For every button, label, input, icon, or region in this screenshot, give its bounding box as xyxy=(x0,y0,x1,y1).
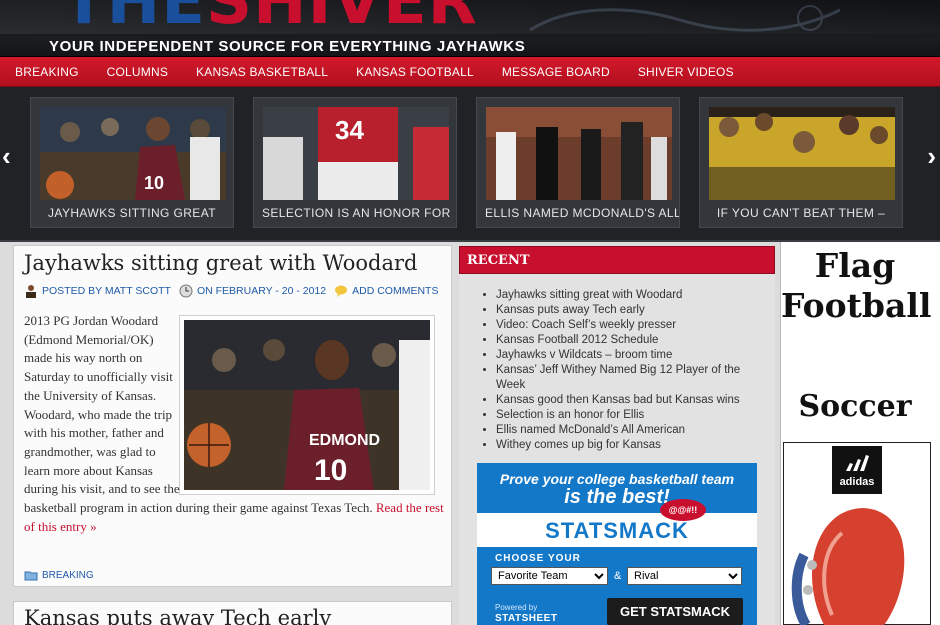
ad-flag-label: Flag xyxy=(814,246,896,285)
folder-icon xyxy=(24,571,38,581)
site-tagline: YOUR INDEPENDENT SOURCE FOR EVERYTHING J… xyxy=(49,38,526,55)
adidas-ad[interactable]: adidas xyxy=(783,442,931,625)
post-excerpt: 2013 PG Jordan Woodard (Edmond Memorial/… xyxy=(24,312,444,536)
slide-image xyxy=(709,107,895,200)
chevron-right-icon[interactable]: › xyxy=(927,143,936,169)
statsheet-logo: STATSHEET xyxy=(495,613,558,624)
slide-item[interactable]: 34 SELECTION IS AN HONOR FOR xyxy=(253,97,457,228)
cleat-image xyxy=(791,508,905,625)
clock-icon xyxy=(179,284,193,298)
slide-image: 34 xyxy=(263,107,449,200)
right-ad[interactable]: Flag Football Soccer adidas xyxy=(780,242,940,625)
ad-choose-label: CHOOSE YOUR xyxy=(495,553,581,564)
recent-post-link[interactable]: Kansas puts away Tech early xyxy=(496,304,645,316)
ad-headline: Prove your college basketball team xyxy=(499,471,735,487)
site-header: THESHIVER YOUR INDEPENDENT SOURCE FOR EV… xyxy=(0,0,940,57)
list-item[interactable]: Kansas’ Jeff Withey Named Big 12 Player … xyxy=(496,363,766,393)
author-icon xyxy=(26,285,36,298)
speech-bubble-icon: @@#!! xyxy=(660,499,706,521)
category-link[interactable]: BREAKING xyxy=(42,570,94,581)
logo-the: THE xyxy=(62,0,206,39)
svg-text:10: 10 xyxy=(144,173,164,193)
post-meta: POSTED BY MATT SCOTT ON FEBRUARY - 20 - … xyxy=(24,284,446,298)
recent-post-link[interactable]: Kansas good then Kansas bad but Kansas w… xyxy=(496,394,740,406)
ad-football-label: Football xyxy=(781,286,932,325)
ad-soccer-label: Soccer xyxy=(798,389,912,424)
post-date: ON FEBRUARY - 20 - 2012 xyxy=(196,285,327,297)
logo-shiver: SHIVER xyxy=(205,0,478,39)
nav-item-columns[interactable]: COLUMNS xyxy=(107,65,168,79)
main-nav: BREAKING COLUMNS KANSAS BASKETBALL KANSA… xyxy=(0,57,940,87)
list-item[interactable]: Video: Coach Self’s weekly presser xyxy=(496,318,766,333)
site-logo[interactable]: THESHIVER xyxy=(62,0,478,34)
recent-posts-list: Jayhawks sitting great with Woodard Kans… xyxy=(496,288,766,453)
recent-post-link[interactable]: Ellis named McDonald’s All American xyxy=(496,424,685,436)
ad-flag-football-text: Flag Football xyxy=(781,246,932,326)
post-card: Jayhawks sitting great with Woodard POST… xyxy=(13,245,452,587)
list-item[interactable]: Withey comes up big for Kansas xyxy=(496,438,766,453)
get-statsmack-button[interactable]: GET STATSMACK xyxy=(607,598,743,625)
recent-post-link[interactable]: Selection is an honor for Ellis xyxy=(496,409,644,421)
post-title[interactable]: Kansas puts away Tech early xyxy=(24,606,331,625)
slide-item[interactable]: ELLIS NAMED MCDONALD'S ALL xyxy=(476,97,680,228)
featured-slider: ‹ 10 JAYHAWKS SITTING GREAT 34 SELECTION… xyxy=(0,87,940,242)
slide-image: 10 xyxy=(40,107,226,200)
nav-item-breaking[interactable]: BREAKING xyxy=(15,65,79,79)
recent-post-link[interactable]: Kansas’ Jeff Withey Named Big 12 Player … xyxy=(496,364,740,391)
ad-amp: & xyxy=(614,570,622,582)
powered-by-label: Powered by xyxy=(495,603,538,612)
recent-post-link[interactable]: Withey comes up big for Kansas xyxy=(496,439,661,451)
recent-post-link[interactable]: Video: Coach Self’s weekly presser xyxy=(496,319,676,331)
post-author[interactable]: POSTED BY MATT SCOTT xyxy=(42,285,171,297)
recent-heading: RECENT xyxy=(459,246,775,274)
jayhawk-watermark-icon xyxy=(529,5,841,32)
list-item[interactable]: Jayhawks v Wildcats – broom time xyxy=(496,348,766,363)
chevron-left-icon[interactable]: ‹ xyxy=(2,143,11,169)
nav-item-message-board[interactable]: MESSAGE BOARD xyxy=(502,65,610,79)
list-item[interactable]: Ellis named McDonald’s All American xyxy=(496,423,766,438)
rival-select[interactable]: Rival xyxy=(627,567,742,585)
adidas-brand-text: adidas xyxy=(839,476,875,488)
slide-item[interactable]: 10 JAYHAWKS SITTING GREAT xyxy=(30,97,234,228)
recent-post-link[interactable]: Kansas Football 2012 Schedule xyxy=(496,334,658,346)
nav-item-shiver-videos[interactable]: SHIVER VIDEOS xyxy=(638,65,734,79)
slide-caption: IF YOU CAN'T BEAT THEM – xyxy=(716,206,886,220)
slide-image xyxy=(486,107,672,200)
recent-post-link[interactable]: Jayhawks sitting great with Woodard xyxy=(496,289,682,301)
list-item[interactable]: Kansas Football 2012 Schedule xyxy=(496,333,766,348)
slide-item[interactable]: IF YOU CAN'T BEAT THEM – xyxy=(699,97,903,228)
statsmack-logo: STATSMACK xyxy=(545,518,689,543)
list-item[interactable]: Kansas puts away Tech early xyxy=(496,303,766,318)
list-item[interactable]: Jayhawks sitting great with Woodard xyxy=(496,288,766,303)
comment-icon xyxy=(335,285,348,297)
add-comments-link[interactable]: ADD COMMENTS xyxy=(352,285,438,297)
nav-item-kansas-football[interactable]: KANSAS FOOTBALL xyxy=(356,65,474,79)
list-item[interactable]: Kansas good then Kansas bad but Kansas w… xyxy=(496,393,766,408)
statsmack-ad[interactable]: Prove your college basketball team is th… xyxy=(477,463,757,625)
favorite-team-select[interactable]: Favorite Team xyxy=(491,567,608,585)
recent-post-link[interactable]: Jayhawks v Wildcats – broom time xyxy=(496,349,672,361)
nav-item-kansas-basketball[interactable]: KANSAS BASKETBALL xyxy=(196,65,328,79)
slide-caption: ELLIS NAMED MCDONALD'S ALL xyxy=(485,206,679,220)
post-title[interactable]: Jayhawks sitting great with Woodard xyxy=(24,251,418,275)
post-card: Kansas puts away Tech early xyxy=(13,601,452,625)
slide-caption: SELECTION IS AN HONOR FOR xyxy=(262,206,451,220)
post-category: BREAKING xyxy=(24,569,94,581)
adidas-logo-icon: adidas xyxy=(832,446,882,494)
svg-text:34: 34 xyxy=(335,115,364,145)
list-item[interactable]: Selection is an honor for Ellis xyxy=(496,408,766,423)
ad-subheadline: is the best! xyxy=(564,486,670,508)
slide-caption: JAYHAWKS SITTING GREAT xyxy=(48,206,216,220)
